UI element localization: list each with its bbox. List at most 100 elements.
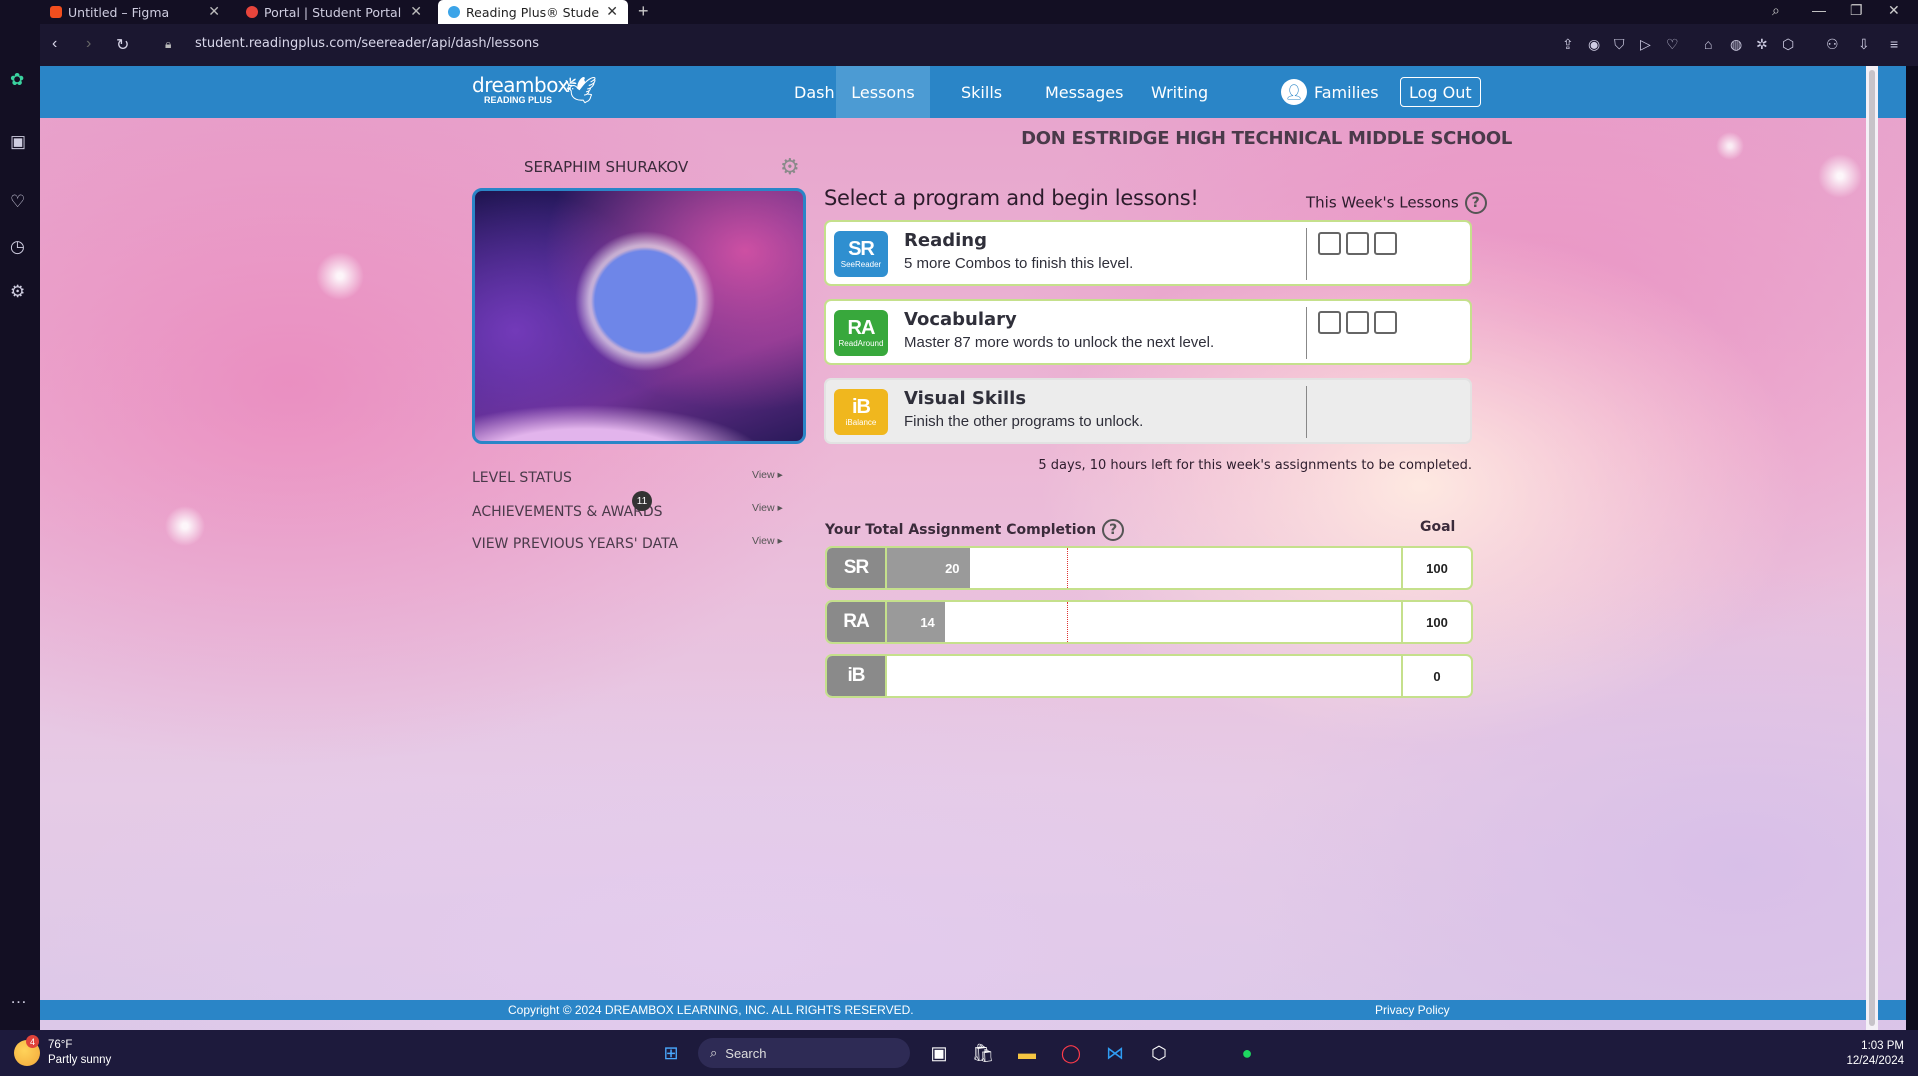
tab-reading-plus[interactable]: Reading Plus® Student Da ✕: [438, 0, 628, 24]
target-marker: [1066, 602, 1068, 642]
settings-icon[interactable]: ⚙: [10, 282, 25, 302]
scrollbar-thumb[interactable]: [1869, 70, 1875, 1026]
help-icon[interactable]: ?: [1464, 192, 1487, 214]
reload-icon[interactable]: ↻: [116, 35, 129, 55]
search-tabs-icon[interactable]: ⌕: [1772, 2, 1780, 19]
lesson-checkboxes: [1318, 232, 1397, 255]
top-nav: dreambox READING PLUS 🕊︎ Dashboard Lesso…: [40, 66, 1906, 118]
target-marker: [1066, 548, 1068, 588]
program-code: RA: [827, 602, 887, 642]
bird-logo-icon: 🕊︎: [564, 75, 598, 105]
discord-icon[interactable]: ▣: [10, 132, 26, 152]
lesson-box: [1318, 232, 1341, 255]
reading-plus-icon: [448, 6, 460, 18]
store-icon[interactable]: 🛍︎: [970, 1040, 996, 1066]
menu-icon[interactable]: ≡: [1890, 36, 1898, 52]
extension-icon[interactable]: ◍: [1730, 36, 1742, 53]
history-icon[interactable]: ◷: [10, 237, 25, 257]
nav-messages[interactable]: Messages: [1033, 66, 1135, 118]
file-explorer-icon[interactable]: ▬: [1014, 1040, 1040, 1066]
temperature: 76°F: [48, 1039, 73, 1051]
taskbar: 4 76°F Partly sunny ⊞ ⌕ Search ▣ 🛍︎ ▬ ◯ ⋈ …: [0, 1030, 1918, 1076]
tab-student-portal[interactable]: Portal | Student Portal ✕: [236, 0, 432, 24]
divider: [1306, 228, 1307, 280]
close-icon[interactable]: ✕: [208, 4, 220, 20]
nav-lessons[interactable]: Lessons: [836, 66, 930, 118]
dreambox-logo[interactable]: dreambox READING PLUS 🕊︎: [472, 73, 597, 105]
tab-figma[interactable]: Untitled – Figma ✕: [40, 0, 230, 24]
task-view-icon[interactable]: ▣: [926, 1040, 952, 1066]
level-status-link[interactable]: LEVEL STATUS: [472, 470, 572, 486]
send-icon[interactable]: ▷: [1640, 36, 1651, 53]
lesson-box: [1346, 311, 1369, 334]
goal-heading: Goal: [1420, 519, 1456, 535]
heart-icon[interactable]: ♡: [1666, 36, 1679, 53]
heart-icon[interactable]: ♡: [10, 192, 25, 212]
profile-icon[interactable]: ⚇: [1826, 36, 1839, 53]
portal-icon: [246, 6, 258, 18]
logout-button[interactable]: Log Out: [1400, 77, 1481, 107]
lesson-checkboxes: [1318, 311, 1397, 334]
program-reading[interactable]: SR SeeReader Reading 5 more Combos to fin…: [824, 220, 1472, 286]
opera-gx-icon[interactable]: ◯: [1058, 1040, 1084, 1066]
close-icon[interactable]: ✕: [410, 4, 422, 20]
camera-icon[interactable]: ◉: [1588, 36, 1600, 53]
progress-fill: 20: [887, 548, 970, 588]
home-icon[interactable]: ⌂: [1704, 36, 1712, 52]
avatar-image[interactable]: [472, 188, 806, 444]
more-icon[interactable]: …: [10, 988, 27, 1008]
help-icon[interactable]: ?: [1102, 519, 1125, 541]
achievements-view[interactable]: View ▸: [752, 502, 783, 514]
app-icon[interactable]: ⬡: [1146, 1040, 1172, 1066]
nav-families[interactable]: 👤︎ Families: [1269, 66, 1391, 118]
lock-icon[interactable]: 🔒︎: [165, 37, 171, 52]
progress-track: [887, 656, 1403, 696]
chatgpt-icon[interactable]: ✿: [10, 70, 24, 90]
clock[interactable]: 1:03 PM 12/24/2024: [1834, 1039, 1904, 1069]
previous-years-link[interactable]: VIEW PREVIOUS YEARS' DATA: [472, 536, 678, 552]
privacy-policy-link[interactable]: Privacy Policy: [1375, 1003, 1450, 1017]
minimize-icon[interactable]: —: [1812, 2, 1826, 18]
lesson-box: [1374, 311, 1397, 334]
url-field[interactable]: student.readingplus.com/seereader/api/da…: [195, 36, 539, 51]
share-icon[interactable]: ⇪: [1562, 36, 1574, 53]
user-icon: 👤︎: [1281, 79, 1307, 105]
completion-bar-ib: iB 0: [825, 654, 1473, 698]
program-code: iB: [827, 656, 887, 696]
shield-icon[interactable]: ⛉: [1614, 36, 1625, 53]
back-icon[interactable]: ‹: [52, 35, 57, 53]
settings-icon[interactable]: ✲: [1756, 36, 1768, 53]
program-title: Vocabulary: [904, 309, 1017, 330]
new-tab-icon[interactable]: +: [638, 1, 649, 22]
scrollbar[interactable]: [1866, 66, 1878, 1030]
progress-fill: 14: [887, 602, 945, 642]
nav-writing[interactable]: Writing: [1139, 66, 1220, 118]
school-name: DON ESTRIDGE HIGH TECHNICAL MIDDLE SCHOO…: [1021, 128, 1512, 149]
cube-icon[interactable]: ⬡: [1782, 36, 1794, 53]
close-window-icon[interactable]: ✕: [1888, 2, 1900, 19]
program-description: Finish the other programs to unlock.: [904, 413, 1144, 430]
program-vocabulary[interactable]: RA ReadAround Vocabulary Master 87 more w…: [824, 299, 1472, 365]
copyright-text: Copyright © 2024 DREAMBOX LEARNING, INC.…: [508, 1003, 914, 1017]
readaround-icon: RA ReadAround: [834, 310, 888, 356]
level-status-view[interactable]: View ▸: [752, 469, 783, 481]
forward-icon[interactable]: ›: [86, 35, 91, 53]
previous-years-view[interactable]: View ▸: [752, 535, 783, 547]
gear-icon[interactable]: ⚙: [780, 154, 800, 180]
page-content: dreambox READING PLUS 🕊︎ Dashboard Lesso…: [40, 66, 1906, 1030]
download-icon[interactable]: ⇩: [1858, 36, 1870, 53]
goal-value: 100: [1401, 548, 1471, 588]
spotify-icon[interactable]: ●: [1234, 1040, 1260, 1066]
nav-skills[interactable]: Skills: [949, 66, 1014, 118]
weather-widget[interactable]: 4 76°F Partly sunny: [14, 1035, 111, 1068]
browser-sidebar: ✿ ▣ ♡ ◷ ⚙ …: [0, 24, 40, 1030]
windows-start-icon[interactable]: ⊞: [658, 1040, 684, 1066]
close-icon[interactable]: ✕: [606, 4, 618, 20]
taskbar-search[interactable]: ⌕ Search: [698, 1038, 910, 1068]
program-description: 5 more Combos to finish this level.: [904, 255, 1134, 272]
vscode-icon[interactable]: ⋈: [1102, 1040, 1128, 1066]
progress-track: 20: [887, 548, 1403, 588]
lesson-box: [1374, 232, 1397, 255]
restore-icon[interactable]: ❐: [1850, 2, 1863, 19]
divider: [1306, 307, 1307, 359]
